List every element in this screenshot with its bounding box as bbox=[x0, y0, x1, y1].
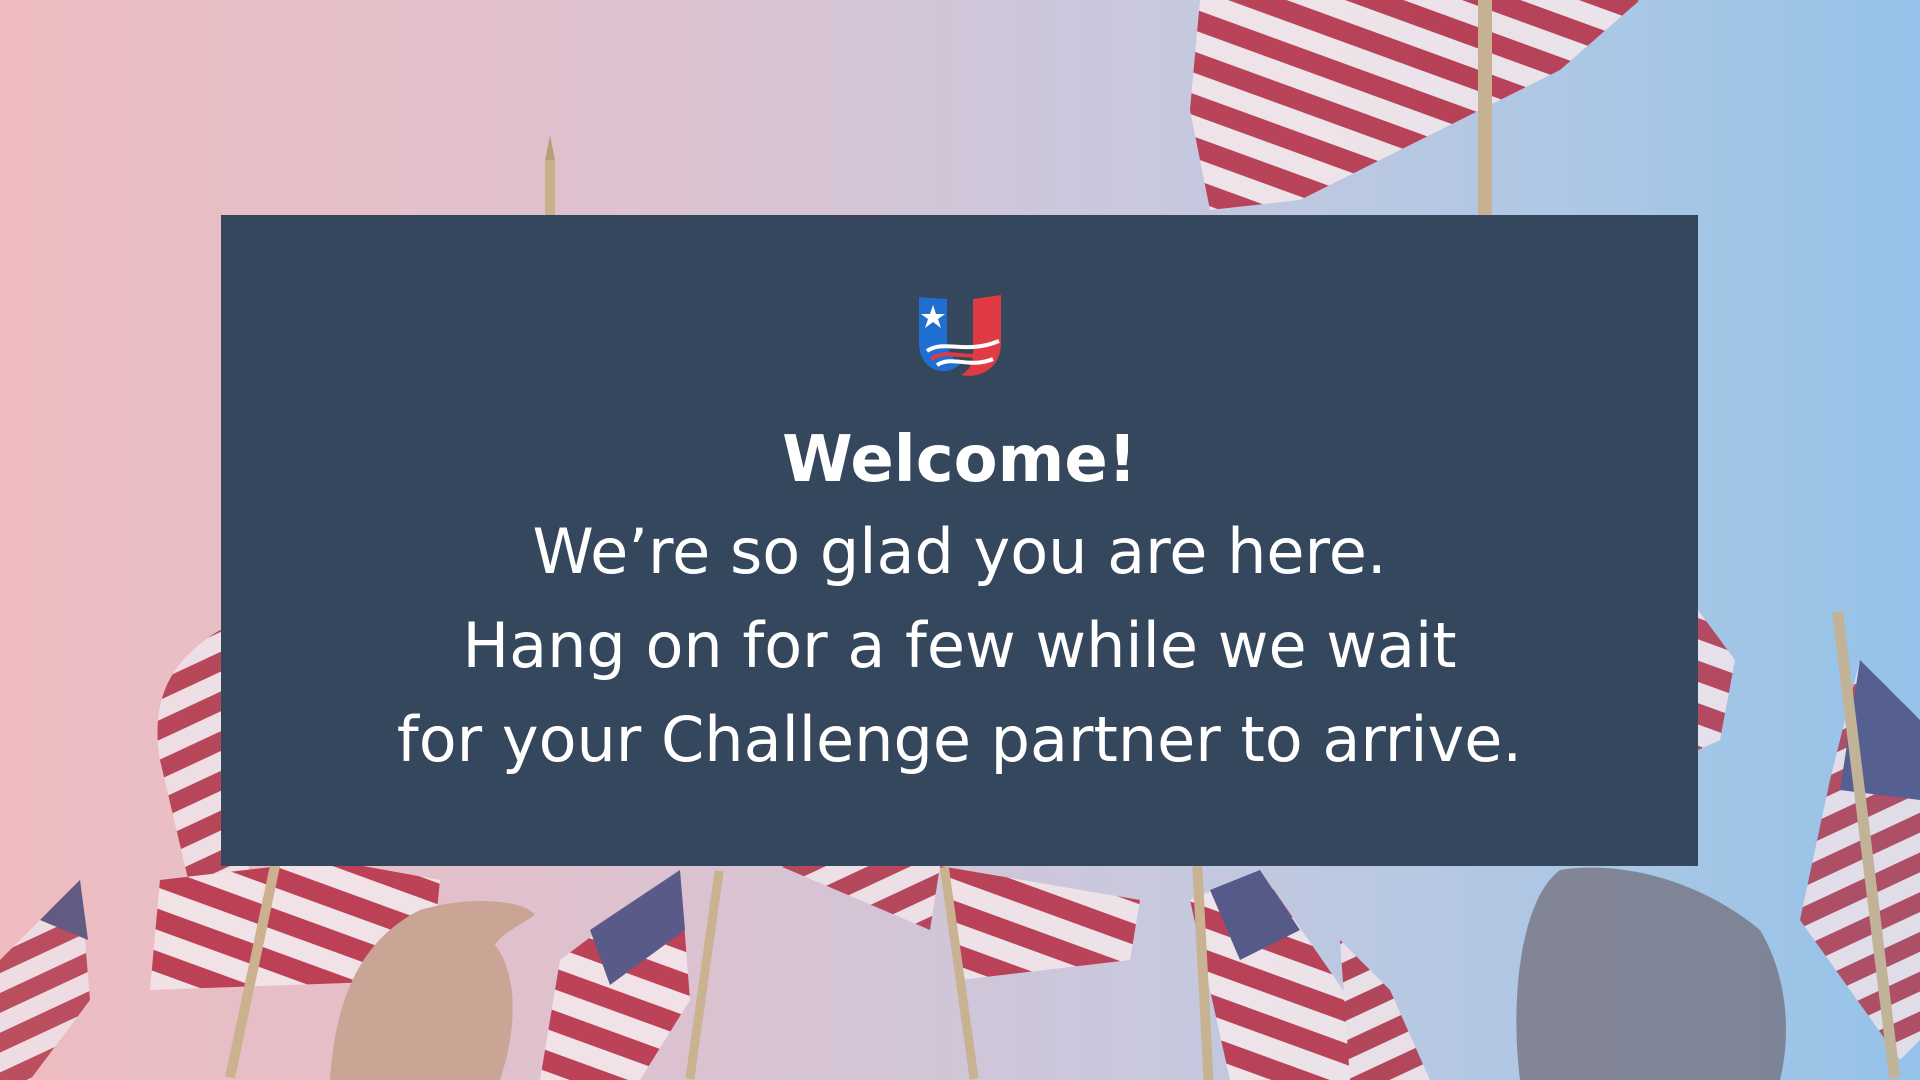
flag-top-right bbox=[1190, 0, 1640, 215]
welcome-message: Welcome! We’re so glad you are here. Han… bbox=[221, 415, 1698, 787]
welcome-screen: Welcome! We’re so glad you are here. Han… bbox=[0, 0, 1920, 1080]
flag-bottom-right bbox=[1190, 865, 1430, 1080]
flag-u-logo-icon bbox=[919, 295, 1001, 376]
flag-bottom-center bbox=[540, 866, 1140, 1080]
welcome-card: Welcome! We’re so glad you are here. Han… bbox=[221, 215, 1698, 866]
message-line-1: We’re so glad you are here. bbox=[532, 515, 1387, 588]
welcome-heading: Welcome! bbox=[782, 423, 1137, 497]
flag-far-left bbox=[0, 880, 90, 1080]
message-line-2: Hang on for a few while we wait bbox=[462, 609, 1457, 682]
flag-pole-top-left bbox=[545, 135, 555, 220]
hand-right bbox=[1516, 867, 1786, 1080]
message-line-3: for your Challenge partner to arrive. bbox=[396, 703, 1523, 776]
